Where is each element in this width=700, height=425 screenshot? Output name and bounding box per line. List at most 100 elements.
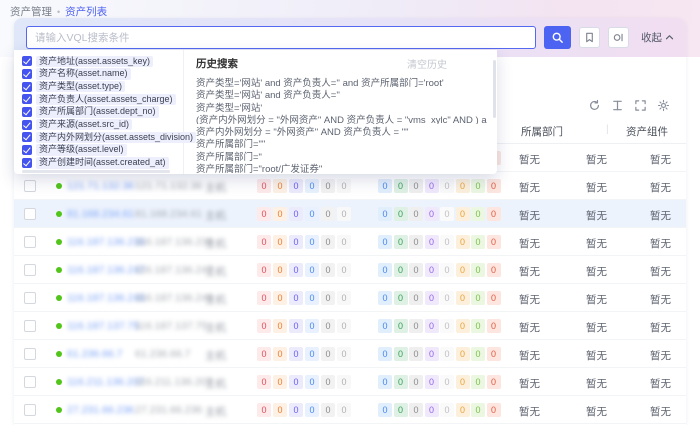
status-dot-icon — [56, 239, 62, 245]
count-badge: 0 — [440, 403, 454, 417]
checkbox-checked-icon[interactable] — [22, 132, 32, 142]
checkbox-checked-icon[interactable] — [22, 120, 32, 130]
clear-history-link[interactable]: 清空历史 — [407, 56, 447, 71]
history-item[interactable]: 资产内外网划分 = "外网资产" AND 资产负责人 = "" — [196, 124, 487, 136]
empty-value: 暂无 — [650, 320, 671, 335]
vertical-scrollbar[interactable] — [493, 60, 496, 118]
row-checkbox[interactable] — [24, 208, 36, 220]
checkbox-checked-icon[interactable] — [22, 82, 32, 92]
asset-address-link[interactable]: 121.71.132.36 — [67, 180, 134, 192]
count-badge: 0 — [471, 375, 485, 389]
count-badge: 0 — [321, 375, 335, 389]
row-checkbox[interactable] — [24, 376, 36, 388]
vql-search-input[interactable] — [35, 32, 527, 44]
search-input-wrap — [26, 26, 536, 49]
history-item[interactable]: 资产所属部门=" — [196, 149, 487, 161]
header-component[interactable]: 资产组件 — [626, 124, 668, 139]
row-checkbox[interactable] — [24, 404, 36, 416]
asset-address-link[interactable]: 61.236.66.7 — [67, 348, 122, 360]
status-dot-icon — [56, 323, 62, 329]
row-checkbox[interactable] — [24, 264, 36, 276]
badge-group-group2: 00000000 — [378, 207, 501, 221]
checkbox-checked-icon[interactable] — [22, 94, 32, 104]
count-badge: 0 — [409, 347, 423, 361]
asset-address-link[interactable]: 27.231.66.236 — [67, 404, 134, 416]
badge-group-group1: 000000 — [257, 207, 351, 221]
fullscreen-icon[interactable] — [633, 98, 647, 112]
refresh-icon[interactable] — [587, 98, 601, 112]
count-badge: 0 — [305, 403, 319, 417]
field-item[interactable]: 资产来源(asset.src_id) — [22, 118, 177, 131]
table-row[interactable]: 116.187.136.247116.187.136.247主机00000000… — [14, 256, 686, 284]
row-checkbox[interactable] — [24, 236, 36, 248]
field-item[interactable]: 资产名称(asset.name) — [22, 68, 177, 81]
checkbox-checked-icon[interactable] — [22, 145, 32, 155]
checkbox-checked-icon[interactable] — [22, 69, 32, 79]
count-badge: 0 — [394, 347, 408, 361]
history-item[interactable]: 资产所属部门="" — [196, 136, 487, 148]
input-mode-toggle-button[interactable] — [608, 27, 629, 48]
field-item[interactable]: 资产负责人(asset.assets_charge) — [22, 93, 177, 106]
empty-value: 暂无 — [519, 292, 540, 307]
count-badge: 0 — [487, 403, 501, 417]
history-item[interactable]: (资产内外网划分 = "外网资产" AND 资产负责人 = "vms_xylc"… — [196, 112, 487, 124]
status-dot-icon — [56, 351, 62, 357]
count-badge: 0 — [409, 403, 423, 417]
table-row[interactable]: 61.236.66.761.236.66.7主机00000000000000暂无… — [14, 340, 686, 368]
row-checkbox[interactable] — [24, 348, 36, 360]
history-item[interactable]: 资产类型='网站' — [196, 100, 487, 112]
asset-address-link[interactable]: 116.187.136.236 — [67, 236, 145, 248]
row-checkbox[interactable] — [24, 180, 36, 192]
checkbox-checked-icon[interactable] — [22, 56, 32, 66]
field-item[interactable]: 资产等级(asset.level) — [22, 144, 177, 157]
history-item[interactable]: 资产类型='网站' and 资产负责人='' — [196, 87, 487, 99]
table-row[interactable]: 121.71.132.36121.71.132.36主机000000000000… — [14, 172, 686, 200]
gear-icon[interactable] — [656, 98, 670, 112]
count-badge: 0 — [378, 403, 392, 417]
field-item[interactable]: 资产所属部门(asset.dept_no) — [22, 106, 177, 119]
checkbox-checked-icon[interactable] — [22, 107, 32, 117]
table-row[interactable]: 116.187.136.246116.187.136.246主机00000000… — [14, 284, 686, 312]
count-badge: 0 — [337, 319, 351, 333]
horizontal-scrollbar[interactable] — [22, 170, 170, 173]
count-badge: 0 — [409, 375, 423, 389]
row-checkbox[interactable] — [24, 320, 36, 332]
row-checkbox[interactable] — [24, 292, 36, 304]
empty-value: 暂无 — [650, 376, 671, 391]
table-row[interactable]: 116.187.136.236116.187.136.236主机00000000… — [14, 228, 686, 256]
count-badge: 0 — [425, 263, 439, 277]
asset-address-link[interactable]: 116.187.137.75 — [67, 320, 139, 332]
collapse-toggle[interactable]: 收起 — [641, 30, 674, 45]
count-badge: 0 — [378, 263, 392, 277]
count-badge: 0 — [337, 263, 351, 277]
count-badge: 0 — [471, 235, 485, 249]
count-badge: 0 — [394, 235, 408, 249]
table-row[interactable]: 81.168.234.6181.168.234.61主机000000000000… — [14, 200, 686, 228]
count-badge: 0 — [456, 347, 470, 361]
count-badge: 0 — [394, 179, 408, 193]
table-row[interactable]: 116.187.137.75116.187.137.75主机0000000000… — [14, 312, 686, 340]
table-row[interactable]: 27.231.66.23627.231.66.236主机000000000000… — [14, 396, 686, 424]
search-icon — [551, 31, 564, 44]
count-badge: 0 — [289, 319, 303, 333]
search-button[interactable] — [544, 26, 571, 49]
history-item[interactable]: 资产类型='网站' and 资产负责人='' and 资产所属部门='root' — [196, 75, 487, 87]
field-item[interactable]: 资产类型(asset.type) — [22, 80, 177, 93]
history-item[interactable]: 资产所属部门="root/广发证券" — [196, 161, 487, 173]
asset-address-link[interactable]: 116.187.136.247 — [67, 264, 145, 276]
save-search-button[interactable] — [579, 27, 600, 48]
field-item[interactable]: 资产创建时间(asset.created_at) — [22, 157, 177, 170]
breadcrumb-parent[interactable]: 资产管理 — [10, 4, 52, 19]
asset-address-link[interactable]: 81.168.234.61 — [67, 208, 134, 220]
asset-address-link[interactable]: 116.187.136.246 — [67, 292, 145, 304]
count-badge: 0 — [273, 291, 287, 305]
row-density-icon[interactable] — [610, 98, 624, 112]
field-item[interactable]: 资产内外网划分(asset.assets_division) — [22, 131, 177, 144]
field-item[interactable]: 资产地址(asset.assets_key) — [22, 55, 177, 68]
table-row[interactable]: 116.211.136.207116.211.136.207主机00000000… — [14, 368, 686, 396]
count-badge: 0 — [425, 319, 439, 333]
checkbox-checked-icon[interactable] — [22, 158, 32, 168]
badge-group-group1: 000000 — [257, 319, 351, 333]
asset-address-link[interactable]: 116.211.136.207 — [67, 376, 144, 388]
header-dept[interactable]: 所属部门 — [521, 124, 563, 139]
